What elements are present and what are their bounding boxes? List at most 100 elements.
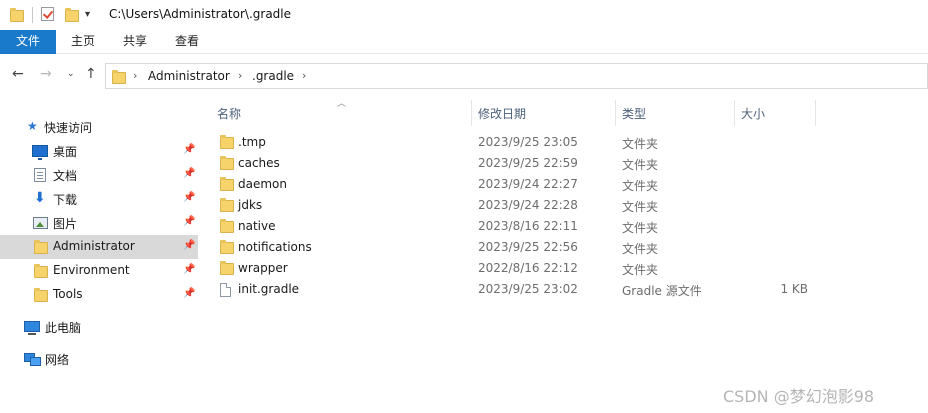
tab-file[interactable]: 文件 [0,30,56,54]
folder-icon [220,240,234,254]
sidebar-item-label: Administrator [53,239,135,253]
breadcrumb-gradle[interactable]: .gradle [252,69,294,83]
file-date: 2023/9/24 22:28 [478,198,578,212]
file-type: 文件夹 [622,200,659,214]
file-size: 1 KB [780,282,808,296]
sidebar-item-label: 桌面 [53,145,78,159]
sidebar-item-administrator[interactable]: Administrator 📌 [0,235,198,259]
sidebar-item-this-pc[interactable]: 此电脑 [0,315,198,339]
properties-icon[interactable] [41,7,54,21]
folder-icon [220,219,234,233]
breadcrumb-chevron-icon[interactable]: › [133,69,137,82]
pin-icon[interactable]: 📌 [183,240,195,251]
table-row[interactable]: notifications 2023/9/25 22:56 文件夹 [198,237,928,258]
folder-icon [34,264,48,278]
pin-icon[interactable]: 📌 [183,144,195,155]
folder-icon [220,177,234,191]
breadcrumb-administrator[interactable]: Administrator [148,69,230,83]
file-name: init.gradle [238,282,300,296]
sidebar-item-pictures[interactable]: 图片 📌 [0,211,198,235]
file-type: 文件夹 [622,179,659,193]
desktop-icon [32,145,48,160]
file-type: 文件夹 [622,221,659,235]
sidebar-item-label: Tools [53,287,83,301]
sidebar-item-label: 图片 [53,217,78,231]
download-icon: ⬇ [34,190,46,206]
sidebar-item-label: 下载 [53,193,78,207]
file-name: native [238,219,276,233]
file-type: 文件夹 [622,158,659,172]
file-name: daemon [238,177,287,191]
computer-icon [24,321,40,335]
star-icon: ★ [27,119,38,133]
network-icon [24,353,41,366]
file-name: jdks [238,198,263,212]
tab-view[interactable]: 查看 [164,30,210,54]
file-date: 2023/9/25 23:05 [478,135,578,149]
forward-arrow-icon[interactable]: → [40,66,52,82]
table-row[interactable]: .tmp 2023/9/25 23:05 文件夹 [198,132,928,153]
column-divider[interactable] [815,100,816,126]
file-type: 文件夹 [622,137,659,151]
sidebar-item-network[interactable]: 网络 [0,347,198,371]
sidebar-item-downloads[interactable]: ⬇ 下载 📌 [0,187,198,211]
sidebar-item-label: 文档 [53,169,78,183]
breadcrumb-chevron-icon[interactable]: › [302,69,306,82]
folder-icon [220,198,234,212]
table-row[interactable]: init.gradle 2023/9/25 23:02 Gradle 源文件 1… [198,279,928,300]
sidebar-item-label: Environment [53,263,130,277]
tab-share[interactable]: 共享 [112,30,158,54]
navigation-pane: ★ 快速访问 桌面 📌 文档 📌 ⬇ 下载 📌 图片 📌 Administrat… [0,96,198,413]
picture-icon [33,217,48,229]
back-arrow-icon[interactable]: ← [12,66,24,82]
file-name: wrapper [238,261,288,275]
table-row[interactable]: wrapper 2022/8/16 22:12 文件夹 [198,258,928,279]
pin-icon[interactable]: 📌 [183,192,195,203]
table-row[interactable]: caches 2023/9/25 22:59 文件夹 [198,153,928,174]
file-type: 文件夹 [622,242,659,256]
new-folder-icon[interactable] [65,7,79,22]
file-date: 2023/8/16 22:11 [478,219,578,233]
table-row[interactable]: native 2023/8/16 22:11 文件夹 [198,216,928,237]
column-divider[interactable] [615,100,616,126]
column-header-type[interactable]: 类型 [622,105,646,125]
table-row[interactable]: jdks 2023/9/24 22:28 文件夹 [198,195,928,216]
toolbar-separator [32,7,33,23]
sidebar-item-documents[interactable]: 文档 📌 [0,163,198,187]
recent-locations-chevron-down-icon[interactable]: ⌄ [67,69,75,79]
pin-icon[interactable]: 📌 [183,168,195,179]
up-arrow-icon[interactable]: ↑ [85,66,97,82]
column-divider[interactable] [734,100,735,126]
column-header-date[interactable]: 修改日期 [478,105,526,125]
document-icon [34,168,46,182]
folder-icon [112,70,126,84]
sidebar-item-environment[interactable]: Environment 📌 [0,259,198,283]
column-header-name[interactable]: 名称 [217,105,241,125]
sidebar-item-tools[interactable]: Tools 📌 [0,283,198,307]
folder-icon [220,261,234,275]
file-date: 2023/9/24 22:27 [478,177,578,191]
navigation-bar: ← → ⌄ ↑ › Administrator › .gradle › [0,54,928,96]
customize-toolbar-dropdown-icon[interactable]: ▾ [85,9,90,20]
file-list: ︿ 名称 修改日期 类型 大小 .tmp 2023/9/25 23:05 文件夹… [198,96,928,413]
pin-icon[interactable]: 📌 [183,288,195,299]
table-row[interactable]: daemon 2023/9/24 22:27 文件夹 [198,174,928,195]
folder-icon [220,135,234,149]
sidebar-item-label: 快速访问 [44,121,93,135]
folder-icon[interactable] [10,7,24,22]
file-date: 2023/9/25 22:56 [478,240,578,254]
breadcrumb-chevron-icon[interactable]: › [238,69,242,82]
pin-icon[interactable]: 📌 [183,264,195,275]
sidebar-item-desktop[interactable]: 桌面 📌 [0,139,198,163]
file-name: .tmp [238,135,266,149]
pin-icon[interactable]: 📌 [183,216,195,227]
sidebar-item-quick-access[interactable]: ★ 快速访问 [0,115,198,139]
column-divider[interactable] [471,100,472,126]
address-bar[interactable]: › Administrator › .gradle › [105,63,928,89]
folder-icon [34,288,48,302]
column-header-size[interactable]: 大小 [741,105,765,125]
tab-home[interactable]: 主页 [60,30,106,54]
sort-ascending-icon: ︿ [337,99,347,109]
sidebar-item-label: 网络 [45,353,70,367]
file-date: 2022/8/16 22:12 [478,261,578,275]
